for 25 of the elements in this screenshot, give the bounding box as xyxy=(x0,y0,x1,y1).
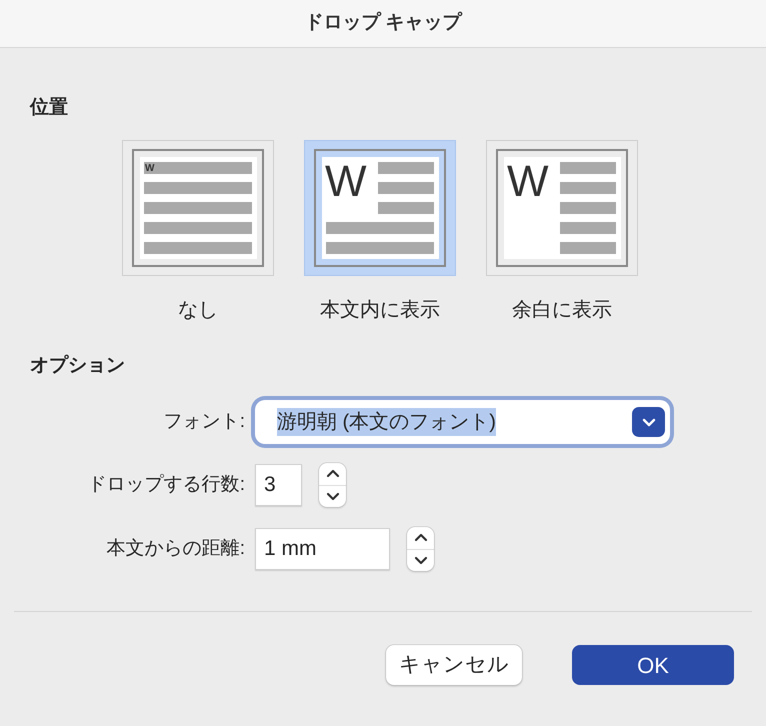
distance-field[interactable]: 1 mm xyxy=(255,528,390,570)
field-label: ドロップする行数: xyxy=(88,474,245,495)
drop-cap-letter: W xyxy=(507,157,549,206)
chevron-down-icon xyxy=(414,556,428,565)
layout-thumbnail[interactable]: W xyxy=(304,140,456,276)
chevron-up-icon xyxy=(326,469,340,478)
layout-thumbnail[interactable]: W xyxy=(122,140,274,276)
option-label[interactable]: 余白に表示 xyxy=(512,296,612,324)
layout-thumbnail[interactable]: W xyxy=(486,140,638,276)
ok-button[interactable]: OK xyxy=(572,645,734,685)
field-label: フォント: xyxy=(164,410,245,432)
option-label[interactable]: 本文内に表示 xyxy=(320,296,440,324)
selected-font-value: 游明朝 (本文のフォント) xyxy=(277,408,496,436)
section-heading: 位置 xyxy=(30,96,69,120)
chevron-up-icon xyxy=(414,533,428,542)
drop-cap-letter: W xyxy=(325,157,367,206)
field-label: 本文からの距離: xyxy=(106,538,245,559)
letter-w: W xyxy=(145,163,154,174)
chevron-down-icon xyxy=(326,492,340,501)
line-count-field[interactable]: 3 xyxy=(255,464,302,506)
option-label[interactable]: なし xyxy=(178,296,218,324)
section-heading: オプション xyxy=(30,354,126,378)
font-dropdown[interactable]: 游明朝 (本文のフォント) xyxy=(255,400,670,444)
cancel-button[interactable]: キャンセル xyxy=(386,645,522,685)
window-title: ドロップ キャップ xyxy=(304,10,462,36)
